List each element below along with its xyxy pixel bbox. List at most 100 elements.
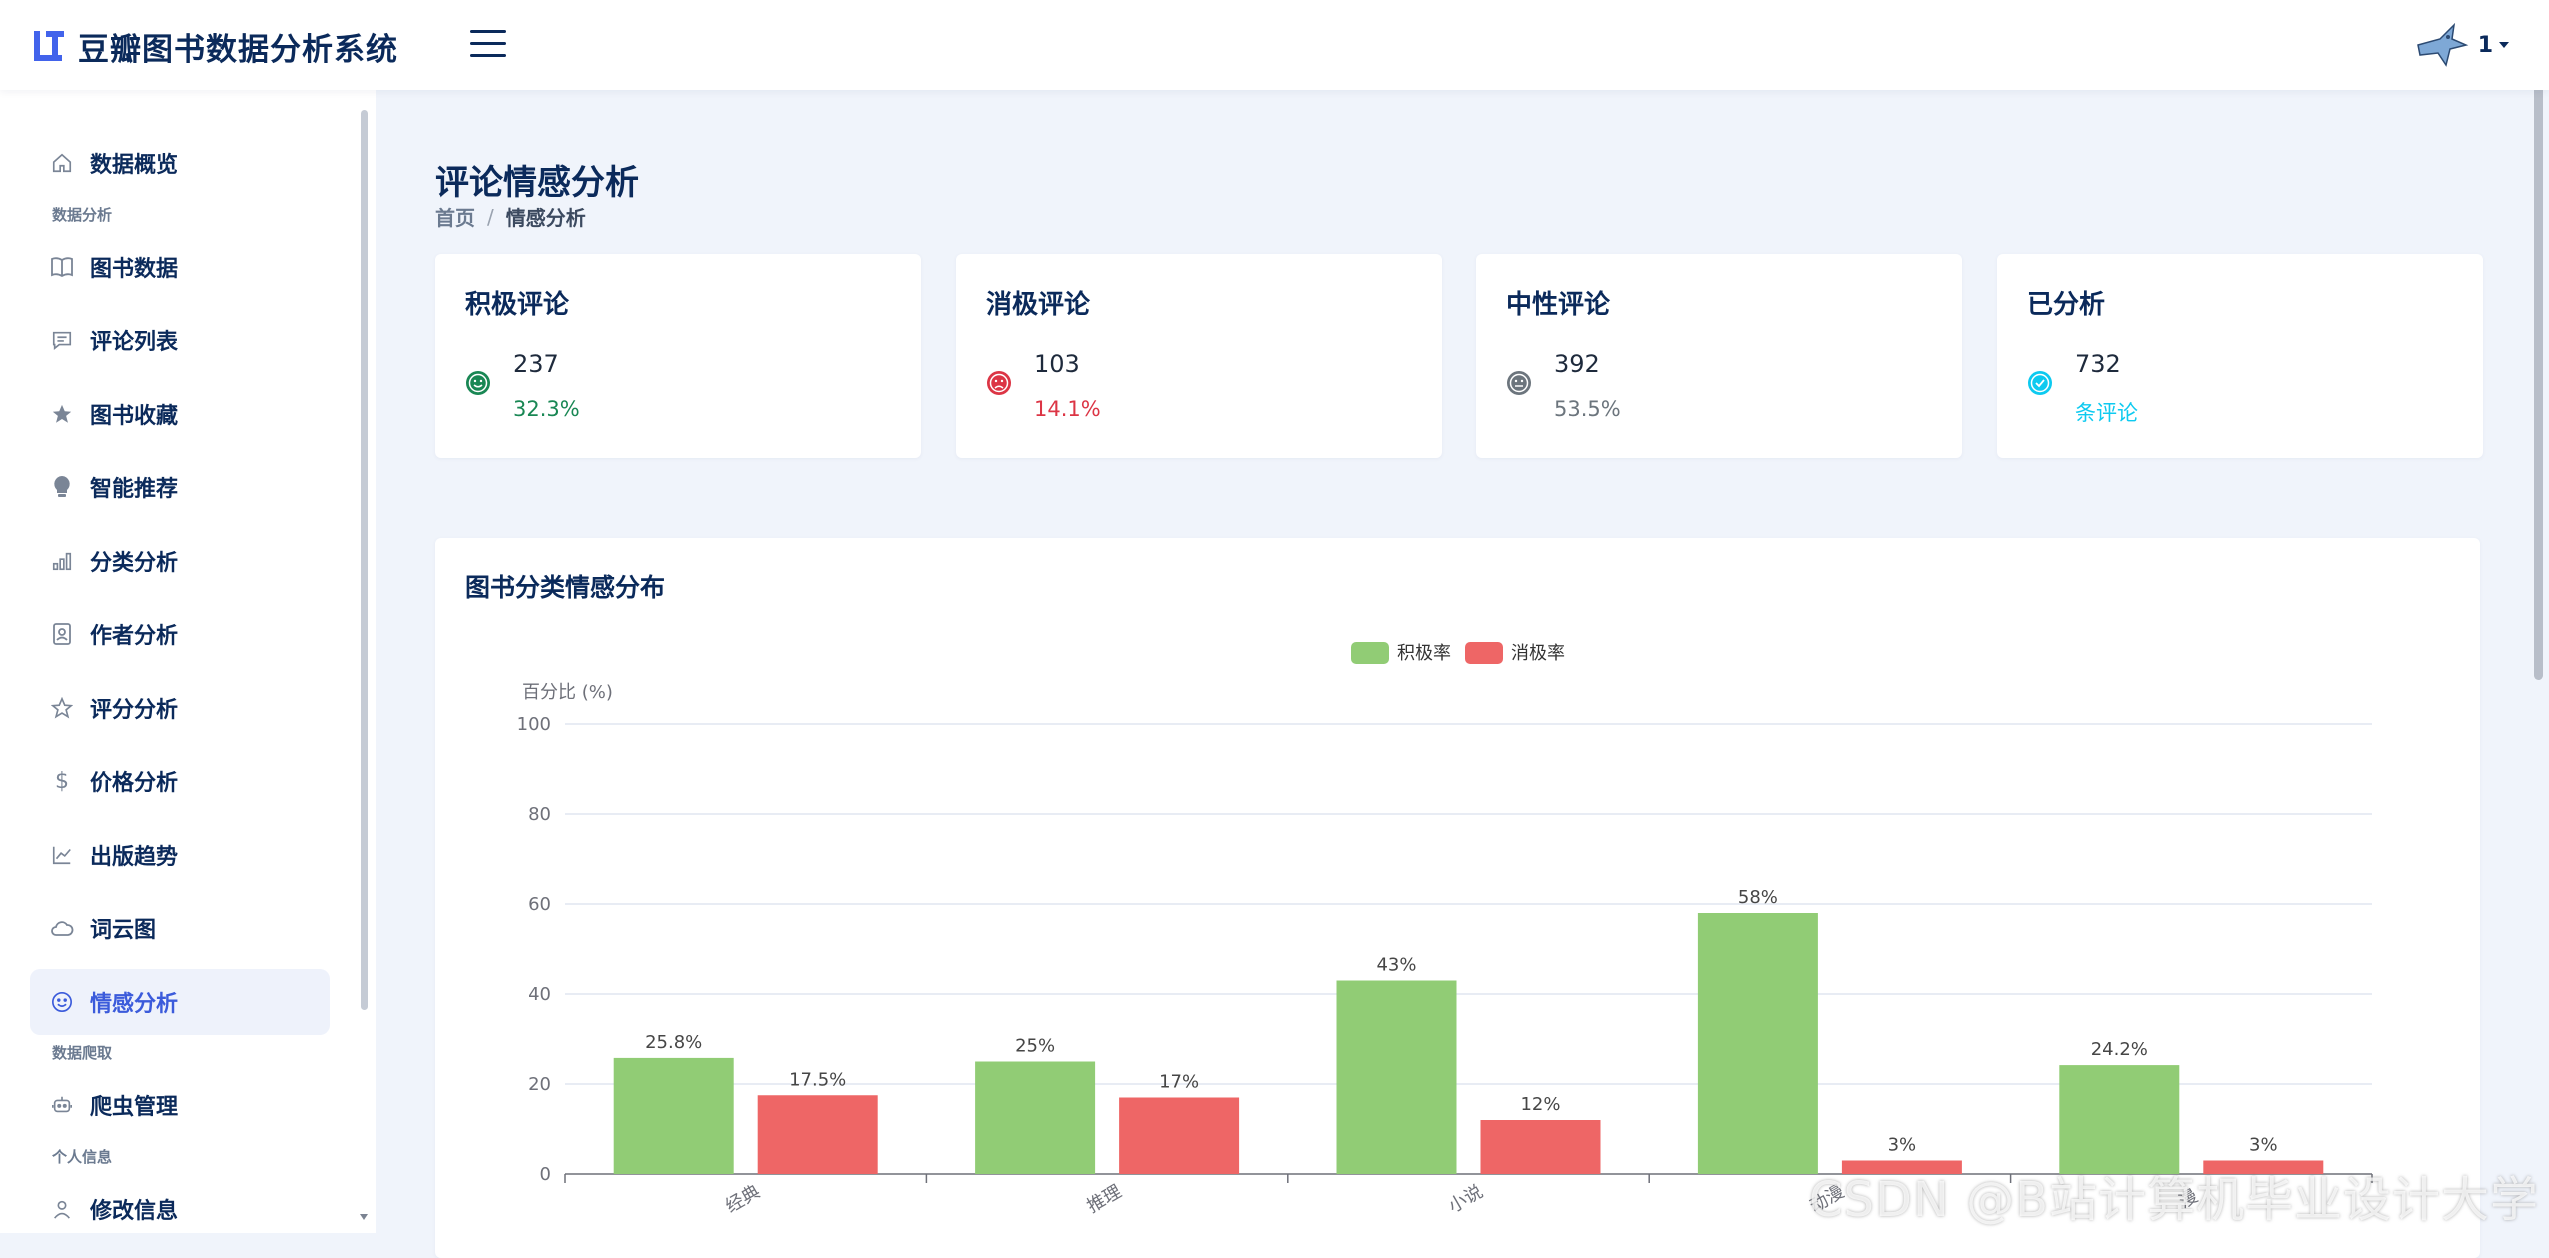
star-outline-icon [50, 696, 74, 720]
sidebar-item-comments[interactable]: 评论列表 [30, 307, 330, 373]
smile-icon [50, 990, 74, 1014]
scroll-down-icon[interactable] [360, 1214, 368, 1220]
stat-card-analyzed: 已分析 732 条评论 [1997, 254, 2483, 458]
legend-swatch[interactable] [1465, 642, 1503, 664]
user-name[interactable]: 1 [2478, 33, 2493, 58]
comment-icon [50, 328, 74, 352]
watermark: CSDN @B站计算机毕业设计大学 [1808, 1172, 2539, 1228]
brand[interactable]: 豆瓣图书数据分析系统 [30, 24, 398, 68]
breadcrumb: 首页 / 情感分析 [435, 202, 586, 231]
sidebar-scrollbar-thumb[interactable] [361, 110, 368, 1010]
sidebar-item-wordcloud[interactable]: 词云图 [30, 895, 330, 961]
sidebar-section-profile: 个人信息 [52, 1147, 113, 1166]
chart-card: 图书分类情感分布 积极率 消极率 百分比 (%) 0 20 40 60 80 100 经典 25.8… [435, 538, 2480, 1258]
robot-icon [50, 1093, 74, 1117]
breadcrumb-home-link[interactable]: 首页 [435, 202, 475, 231]
x-tick-label: 小说 [1445, 1181, 1487, 1217]
sidebar-item-category[interactable]: 分类分析 [30, 528, 330, 594]
bar-positive [1697, 913, 1818, 1174]
page-scrollbar[interactable] [2528, 0, 2549, 1233]
bar-chart-icon [50, 549, 74, 573]
data-label: 25.8% [645, 1032, 702, 1053]
stat-percentage: 53.5% [1554, 397, 1621, 421]
sidebar-item-overview[interactable]: 数据概览 [30, 130, 330, 196]
y-tick-label: 20 [528, 1074, 551, 1095]
home-icon [50, 151, 74, 175]
stat-unit: 条评论 [2075, 401, 2138, 425]
page-scrollbar-thumb[interactable] [2534, 30, 2543, 680]
line-chart-icon [50, 843, 74, 867]
top-header: 豆瓣图书数据分析系统 1 [0, 0, 2549, 90]
neutral-face-icon [1507, 371, 1531, 395]
smile-icon [466, 371, 490, 395]
data-label: 12% [1520, 1094, 1560, 1115]
bar-positive [2059, 1065, 2180, 1174]
y-axis-label: 百分比 (%) [522, 682, 613, 703]
data-label: 3% [1888, 1135, 1917, 1156]
book-icon [50, 255, 74, 279]
sidebar-scrollbar[interactable] [359, 110, 370, 1220]
bar-negative [1119, 1097, 1240, 1174]
stat-title: 已分析 [2027, 290, 2106, 320]
breadcrumb-current: 情感分析 [505, 206, 586, 230]
stat-value: 237 [513, 350, 559, 378]
stat-percentage: 14.1% [1034, 397, 1101, 421]
frown-icon [987, 371, 1011, 395]
sidebar-item-rating[interactable]: 评分分析 [30, 675, 330, 741]
data-label: 17% [1159, 1072, 1199, 1093]
sidebar-item-books[interactable]: 图书数据 [30, 234, 330, 300]
y-tick-label: 100 [517, 714, 551, 735]
user-menu[interactable]: 1 [2410, 14, 2509, 76]
chevron-down-icon[interactable] [2499, 42, 2509, 48]
legend-label[interactable]: 消极率 [1511, 643, 1565, 664]
data-label: 43% [1376, 955, 1416, 976]
lightbulb-icon [50, 475, 74, 499]
sidebar-item-favorites[interactable]: 图书收藏 [30, 381, 330, 447]
bar-positive [975, 1061, 1096, 1174]
bar-negative [1480, 1120, 1601, 1174]
bar-positive [613, 1057, 734, 1174]
sidebar: 数据概览 数据分析 图书数据 评论列表 图书收藏 智能推荐 分类分析 作者分析 … [0, 90, 376, 1233]
y-tick-label: 0 [540, 1164, 551, 1185]
sidebar-item-author[interactable]: 作者分析 [30, 601, 330, 667]
x-tick-label: 经典 [722, 1181, 764, 1217]
data-label: 3% [2249, 1135, 2278, 1156]
sidebar-section-crawl: 数据爬取 [52, 1044, 113, 1062]
sidebar-nav: 数据概览 数据分析 图书数据 评论列表 图书收藏 智能推荐 分类分析 作者分析 … [30, 130, 330, 1233]
stat-card-neutral: 中性评论 392 53.5% [1476, 254, 1962, 458]
user-icon [50, 1197, 74, 1221]
sidebar-item-profile[interactable]: 修改信息 [30, 1176, 330, 1234]
sidebar-section-analysis: 数据分析 [52, 205, 113, 224]
avatar[interactable] [2410, 15, 2470, 75]
data-label: 17.5% [789, 1069, 846, 1090]
y-tick-label: 60 [528, 894, 551, 915]
stat-card-negative: 消极评论 103 14.1% [956, 254, 1442, 458]
brand-logo-icon [34, 31, 64, 61]
y-tick-label: 40 [528, 984, 551, 1005]
bar-positive [1336, 980, 1457, 1174]
check-circle-icon [2028, 371, 2052, 395]
x-tick-label: 推理 [1084, 1181, 1126, 1217]
legend-swatch[interactable] [1351, 642, 1389, 664]
data-label: 58% [1738, 887, 1778, 908]
sidebar-item-crawler[interactable]: 爬虫管理 [30, 1072, 330, 1138]
stat-value: 392 [1554, 350, 1600, 378]
sidebar-item-price[interactable]: $ 价格分析 [30, 748, 330, 814]
bar-negative [757, 1095, 878, 1174]
sidebar-item-sentiment[interactable]: 情感分析 [30, 968, 330, 1035]
data-label: 25% [1015, 1036, 1055, 1057]
stat-title: 消极评论 [986, 290, 1091, 320]
legend-label[interactable]: 积极率 [1397, 643, 1451, 664]
data-label: 24.2% [2091, 1039, 2148, 1060]
stat-card-positive: 积极评论 237 32.3% [435, 254, 921, 458]
star-filled-icon [50, 402, 74, 426]
app-title: 豆瓣图书数据分析系统 [78, 31, 398, 68]
sidebar-item-trend[interactable]: 出版趋势 [30, 822, 330, 888]
stat-percentage: 32.3% [513, 397, 580, 421]
sidebar-toggle-icon[interactable] [470, 30, 506, 62]
stat-title: 中性评论 [1506, 290, 1611, 320]
sentiment-bar-chart: 积极率 消极率百分比 (%) 0 20 40 60 80 100 经典 25.8% 17.5% 推理 2… [517, 642, 2373, 1217]
person-badge-icon [50, 622, 74, 646]
y-tick-label: 80 [528, 804, 551, 825]
sidebar-item-recommend[interactable]: 智能推荐 [30, 454, 330, 520]
